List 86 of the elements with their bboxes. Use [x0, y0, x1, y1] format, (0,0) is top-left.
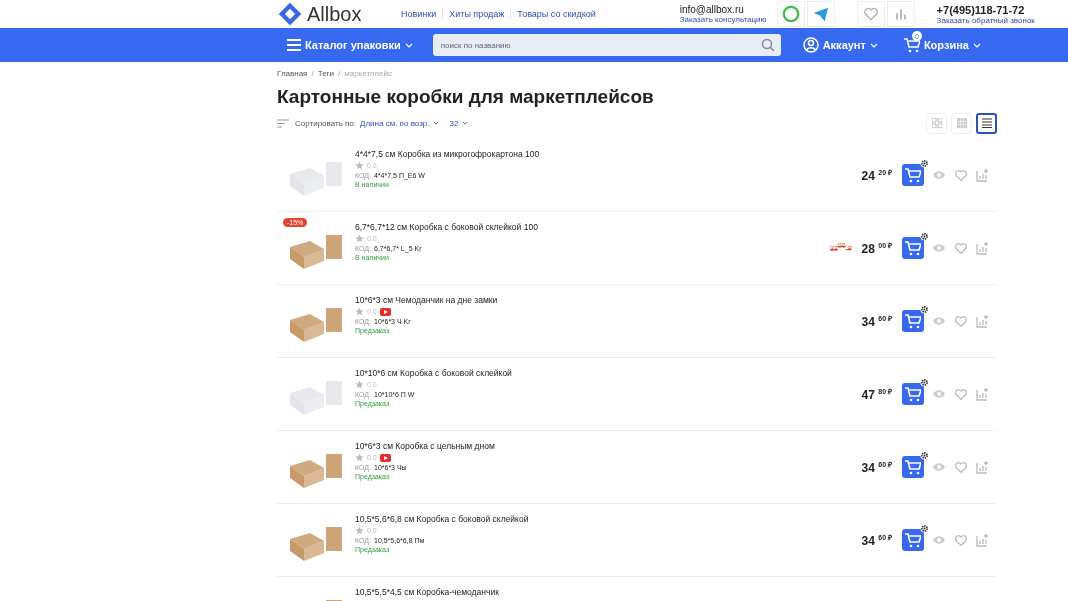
heart-icon[interactable] — [954, 241, 968, 255]
nav-link[interactable]: Товары со скидкой — [510, 9, 602, 19]
product-name-link[interactable]: 10,5*5,5*4,5 см Коробка-чемоданчик — [355, 587, 997, 597]
eye-icon[interactable] — [932, 462, 946, 472]
star-icon — [355, 380, 364, 389]
compare-chart-icon[interactable] — [976, 168, 989, 182]
sort-dropdown[interactable]: Длина см. по возр. — [360, 118, 430, 128]
star-icon — [355, 161, 364, 170]
heart-icon[interactable] — [954, 387, 968, 401]
breadcrumb-separator: / — [311, 69, 314, 78]
grid-icon — [956, 118, 967, 128]
nav-link[interactable]: Хиты продаж — [442, 9, 511, 19]
heart-icon[interactable] — [954, 533, 968, 547]
logo-text[interactable]: Allbox — [307, 3, 362, 25]
callback-link[interactable]: Заказать обратный звонок — [936, 15, 1035, 25]
gear-icon — [920, 378, 929, 387]
product-name-link[interactable]: 4*4*7,5 см Коробка из микрогофрокартона 100 — [355, 149, 862, 159]
heart-icon[interactable] — [954, 460, 968, 474]
eye-icon[interactable] — [932, 535, 946, 545]
consultation-link[interactable]: Заказать консультацию — [679, 15, 767, 24]
compare-chart-icon[interactable] — [976, 314, 989, 328]
gear-icon — [920, 524, 929, 533]
product-name-link[interactable]: 10,5*5,6*6,8 см Коробка с боковой склейкой — [355, 514, 862, 524]
email-text: info@allbox.ru — [679, 4, 745, 15]
heart-icon[interactable] — [954, 168, 968, 182]
price: 34 $^{60 ₽}$ — [861, 459, 892, 475]
price: 34 $^{60 ₽}$ — [861, 532, 892, 548]
breadcrumb-link[interactable]: Главная — [277, 69, 308, 78]
per-page-dropdown[interactable]: 32 — [449, 118, 459, 128]
gear-icon — [920, 305, 929, 314]
compare-chart-icon[interactable] — [976, 533, 989, 547]
compare-chart-icon[interactable] — [976, 241, 989, 255]
search-field[interactable]: поиск по названию — [432, 34, 781, 56]
product-name-link[interactable]: 10*6*3 см Чемоданчик на дне замки — [355, 295, 862, 305]
chevron-down-icon — [462, 121, 469, 125]
breadcrumb-separator: / — [337, 69, 341, 78]
search-icon[interactable] — [760, 38, 775, 52]
eye-icon[interactable] — [932, 389, 946, 399]
bar-chart-icon[interactable] — [886, 1, 915, 27]
chevron-down-icon — [433, 121, 440, 125]
tile-view-button[interactable] — [926, 112, 947, 134]
gear-icon — [920, 159, 929, 168]
gear-icon — [920, 451, 929, 460]
sort-icon — [277, 118, 289, 128]
chevron-down-icon — [869, 42, 878, 48]
eye-icon[interactable] — [932, 243, 946, 253]
price: 28 $^{00 ₽}$ — [861, 240, 892, 256]
compare-chart-icon[interactable] — [976, 460, 989, 474]
price: 24 $^{20 ₽}$ — [861, 167, 892, 183]
gear-icon — [920, 232, 929, 241]
nav-link[interactable]: Новинки — [395, 9, 443, 19]
eye-icon[interactable] — [932, 316, 946, 326]
add-to-cart-button[interactable] — [902, 310, 924, 332]
price: 34 $^{60 ₽}$ — [861, 313, 892, 329]
account-button[interactable]: Аккаунт — [802, 37, 878, 53]
cart-icon — [903, 37, 920, 53]
catalog-menu-button[interactable]: Каталог упаковки — [287, 39, 413, 51]
add-to-cart-button[interactable] — [902, 529, 924, 551]
list-view-button[interactable] — [976, 112, 997, 134]
tiles-icon — [931, 118, 942, 128]
paper-plane-icon[interactable] — [806, 1, 835, 27]
price: 47 $^{80 ₽}$ — [861, 386, 892, 402]
chevron-down-icon — [404, 42, 413, 48]
sort-label: Сортировать по: — [295, 118, 357, 128]
star-icon — [355, 234, 364, 243]
chat-bubble-icon[interactable] — [776, 1, 805, 27]
breadcrumb-link[interactable]: Теги — [317, 69, 334, 78]
chevron-down-icon — [972, 42, 981, 48]
compare-chart-icon[interactable] — [976, 387, 989, 401]
menu-icon — [287, 39, 301, 51]
user-icon — [802, 37, 819, 53]
product-name-link[interactable]: 6,7*6,7*12 см Коробка с боковой склейкой 100 — [355, 222, 831, 232]
add-to-cart-button[interactable] — [902, 383, 924, 405]
product-name-link[interactable]: 10*6*3 см Коробка с цельным дном — [355, 441, 862, 451]
product-name-link[interactable]: 10*10*6 см Коробка с боковой склейкой — [355, 368, 862, 378]
star-icon — [355, 526, 364, 535]
star-icon — [355, 453, 364, 462]
phone-number: +7(495)118-71-72 — [936, 3, 1026, 16]
list-icon — [980, 118, 993, 128]
eye-icon[interactable] — [932, 170, 946, 180]
page-title: Картонные коробки для маркетплейсов — [277, 85, 655, 109]
heart-icon[interactable] — [954, 314, 968, 328]
add-to-cart-button[interactable] — [902, 164, 924, 186]
star-icon — [355, 307, 364, 316]
add-to-cart-button[interactable] — [902, 237, 924, 259]
add-to-cart-button[interactable] — [902, 456, 924, 478]
